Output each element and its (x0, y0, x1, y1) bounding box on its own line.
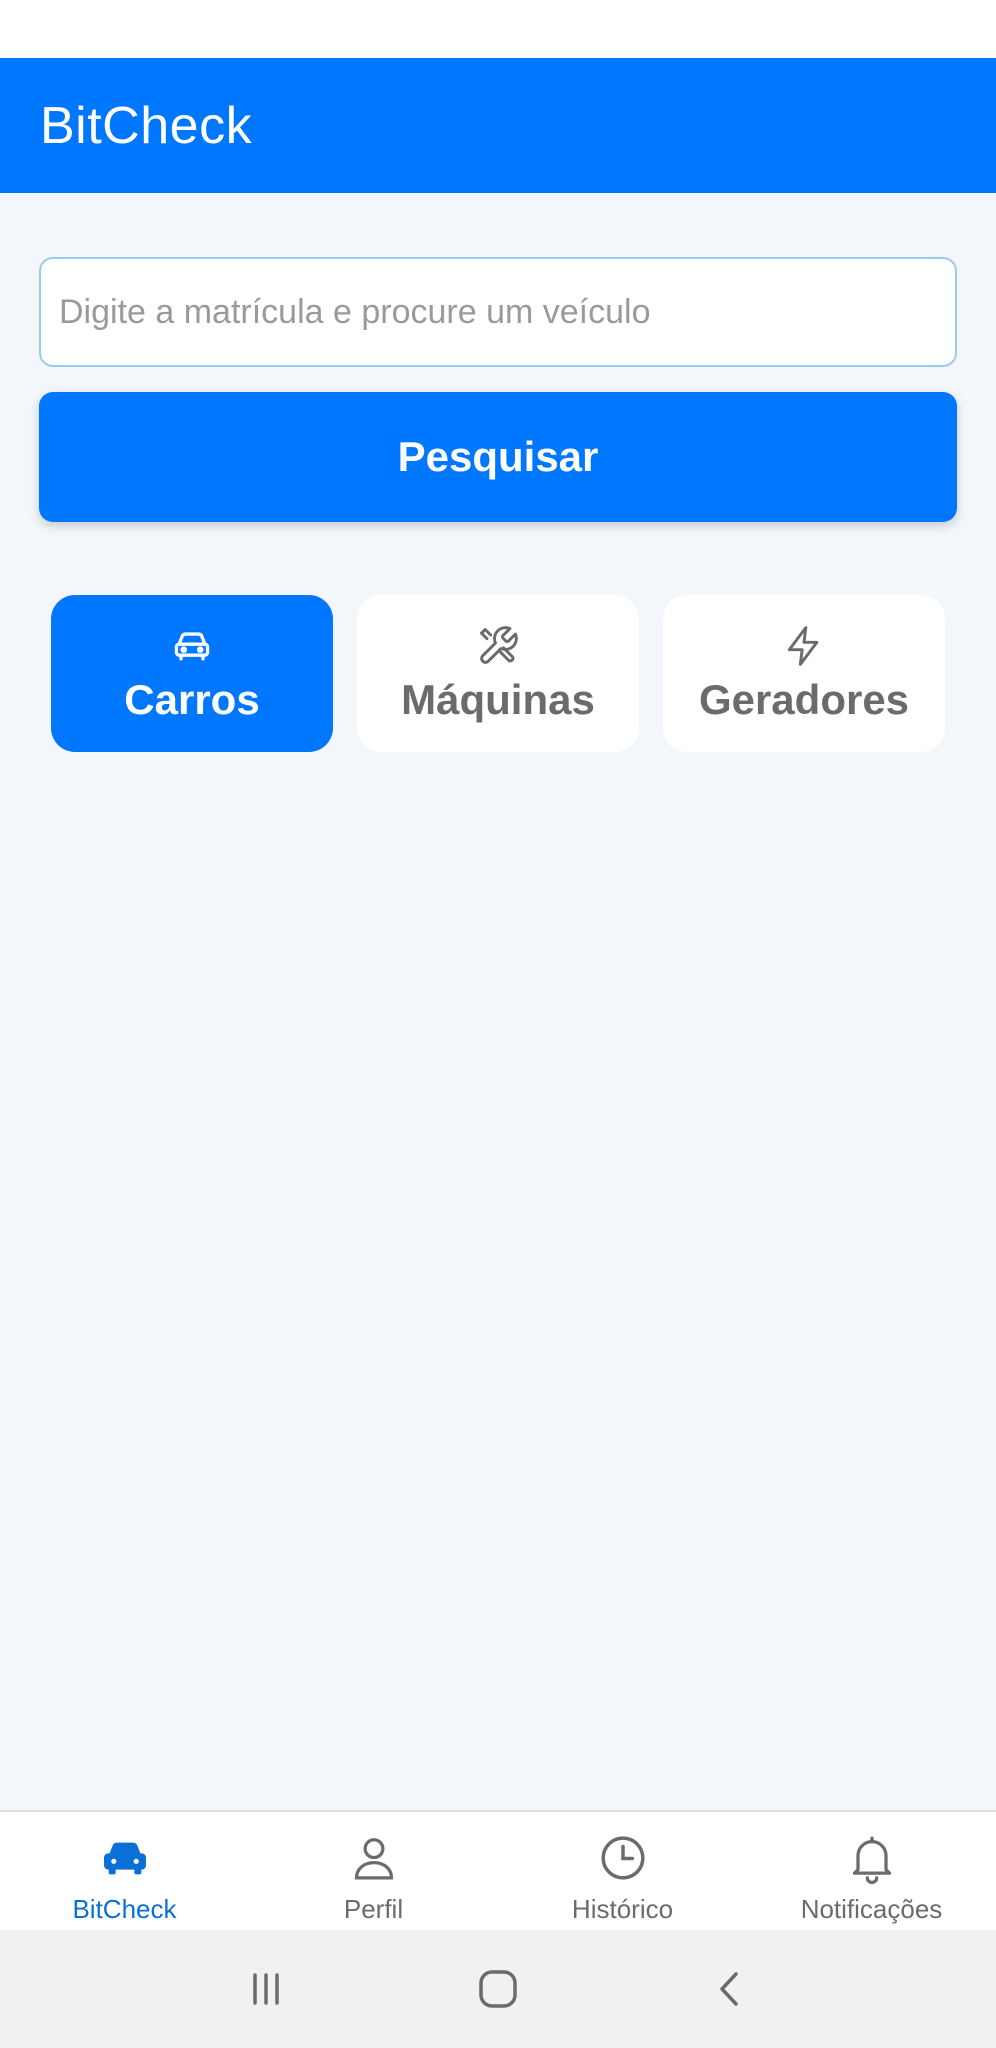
nav-item-historico[interactable]: Histórico (498, 1812, 747, 1930)
nav-label: Perfil (343, 1894, 404, 1924)
category-label: Geradores (698, 675, 910, 723)
home-icon (479, 1970, 517, 2008)
bottom-navigation: BitCheck Perfil Histórico Notificações (0, 1810, 996, 1930)
app-screen: BitCheck Pesquisar Carros Máquinas Gerad… (0, 0, 996, 2048)
lightning-icon (787, 625, 819, 666)
car-icon (103, 1842, 146, 1875)
home-button[interactable] (468, 1959, 528, 2019)
app-header: BitCheck (0, 58, 996, 193)
category-label: Máquinas (401, 675, 595, 723)
plate-search-input[interactable] (39, 257, 957, 367)
nav-label: Notificações (800, 1894, 943, 1924)
search-button[interactable]: Pesquisar (39, 392, 957, 522)
back-icon (720, 1972, 738, 2006)
category-label: Carros (124, 675, 260, 723)
clock-icon (600, 1836, 645, 1880)
category-maquinas[interactable]: Máquinas (357, 595, 639, 752)
nav-item-perfil[interactable]: Perfil (249, 1812, 498, 1930)
category-geradores[interactable]: Geradores (663, 595, 945, 752)
back-button[interactable] (700, 1959, 760, 2019)
bell-icon (852, 1836, 891, 1885)
tools-icon (480, 625, 518, 664)
recent-apps-button[interactable] (236, 1959, 296, 2019)
nav-item-bitcheck[interactable]: BitCheck (0, 1812, 249, 1930)
user-icon (354, 1838, 393, 1880)
car-icon (174, 631, 210, 660)
system-navigation-bar (0, 1930, 996, 2048)
nav-label: Histórico (571, 1894, 674, 1924)
recent-apps-icon (253, 1973, 279, 2005)
nav-label: BitCheck (72, 1894, 177, 1924)
nav-item-notificacoes[interactable]: Notificações (747, 1812, 996, 1930)
category-carros[interactable]: Carros (51, 595, 333, 752)
status-bar (0, 0, 996, 58)
app-title: BitCheck (40, 96, 253, 155)
